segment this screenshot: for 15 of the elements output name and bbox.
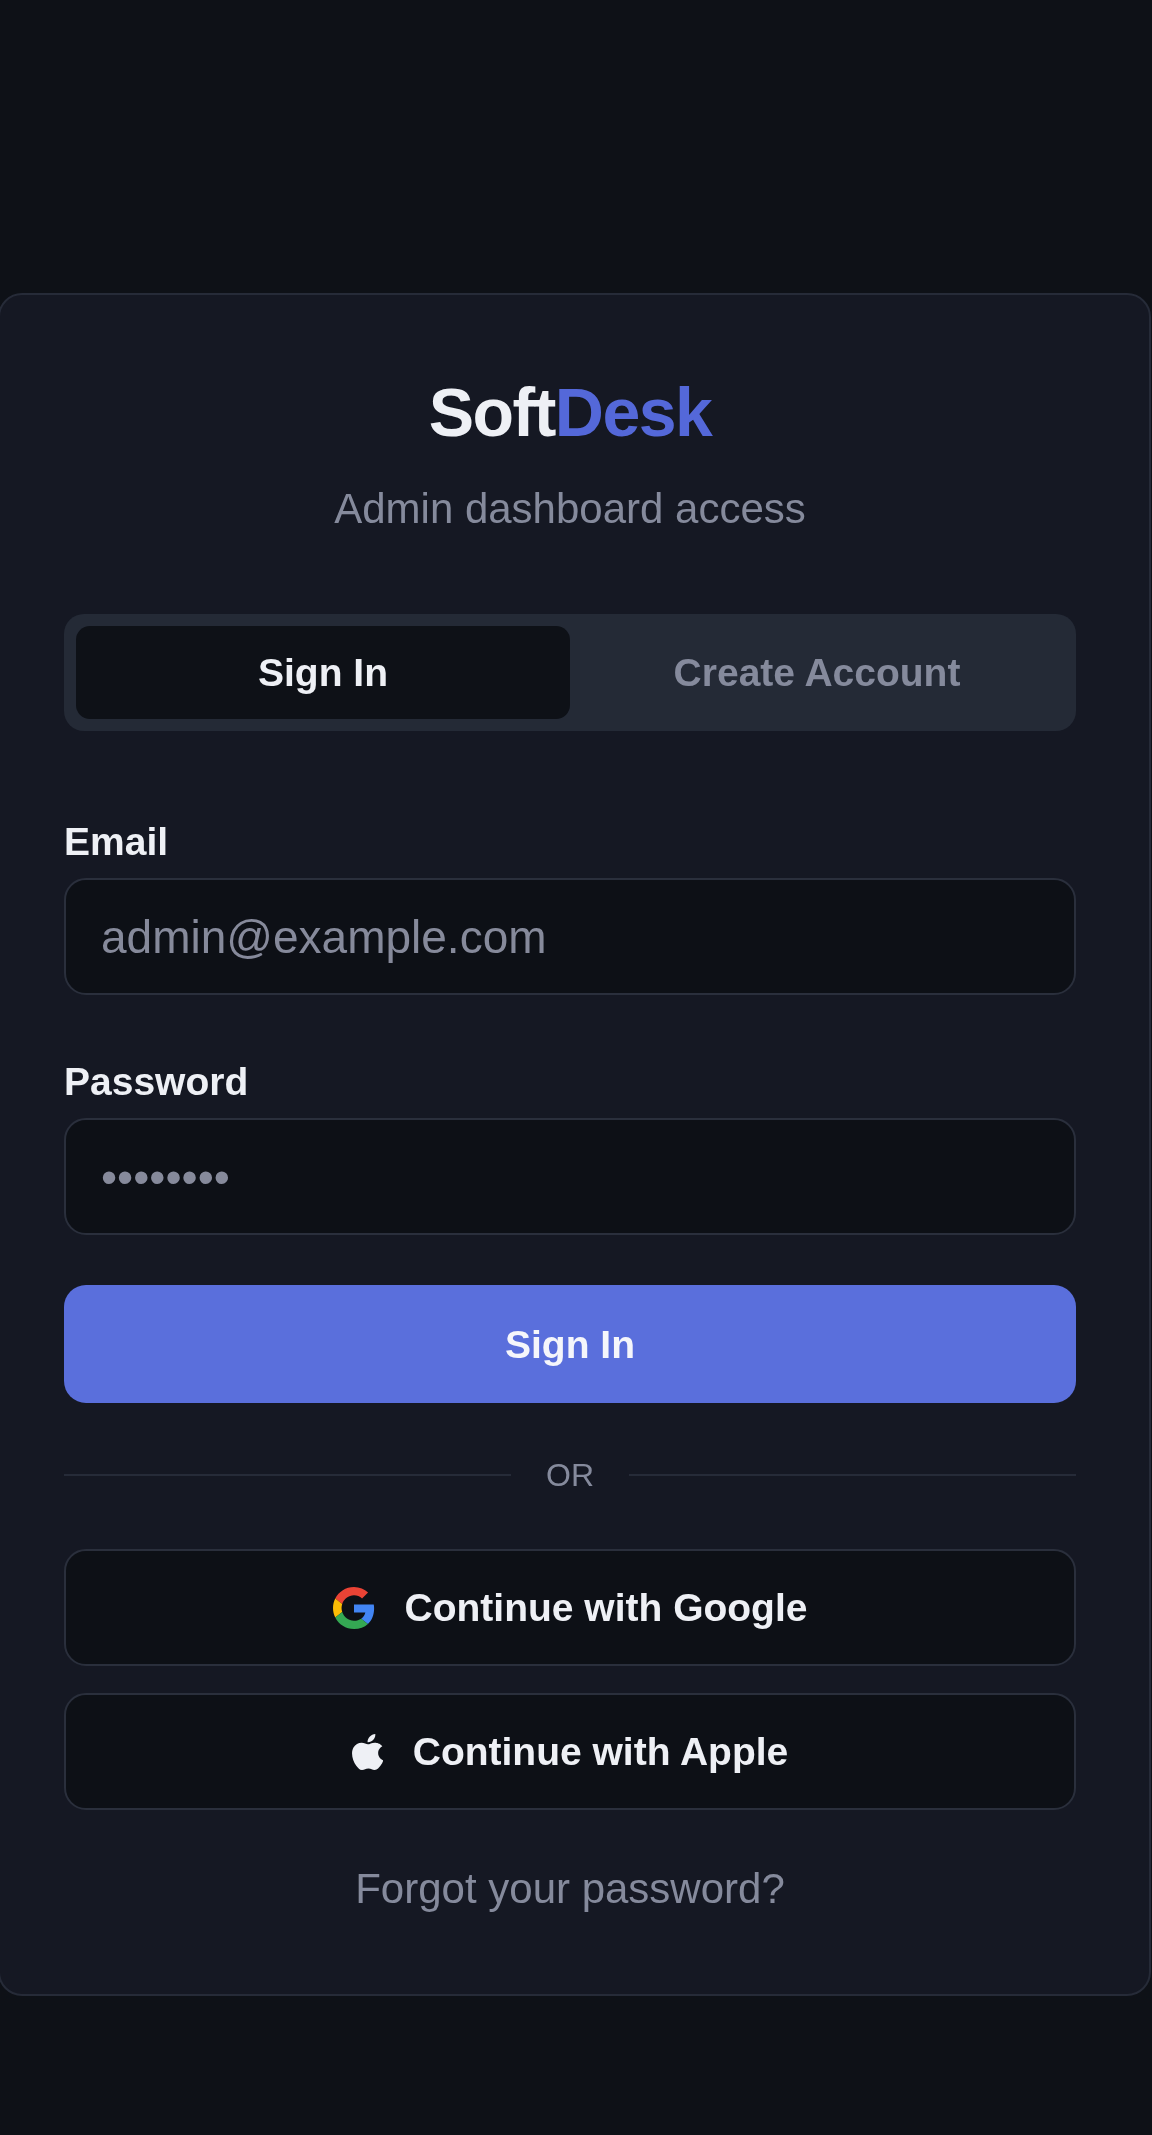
g-logo-icon: [332, 1586, 375, 1629]
divider-label: OR: [546, 1459, 594, 1491]
field-label: Password: [64, 1062, 250, 1101]
forgot-password-link[interactable]: Forgot your password?: [355, 1865, 785, 1912]
apple-icon: [351, 1733, 383, 1770]
logo-wordmark: SoftDesk: [427, 378, 714, 446]
tab[interactable]: Create Account: [570, 626, 1064, 719]
social-login-button[interactable]: Continue with Apple: [64, 1693, 1076, 1810]
submit-button[interactable]: Sign In: [64, 1285, 1076, 1403]
subtitle-text: Admin dashboard access: [333, 488, 807, 530]
tab[interactable]: Sign In: [76, 626, 570, 719]
input-field[interactable]: admin@example.com: [64, 878, 1076, 995]
input-field[interactable]: ••••••••: [64, 1118, 1076, 1235]
social-login-button[interactable]: Continue with Google: [64, 1549, 1076, 1666]
field-label: Email: [64, 822, 170, 861]
